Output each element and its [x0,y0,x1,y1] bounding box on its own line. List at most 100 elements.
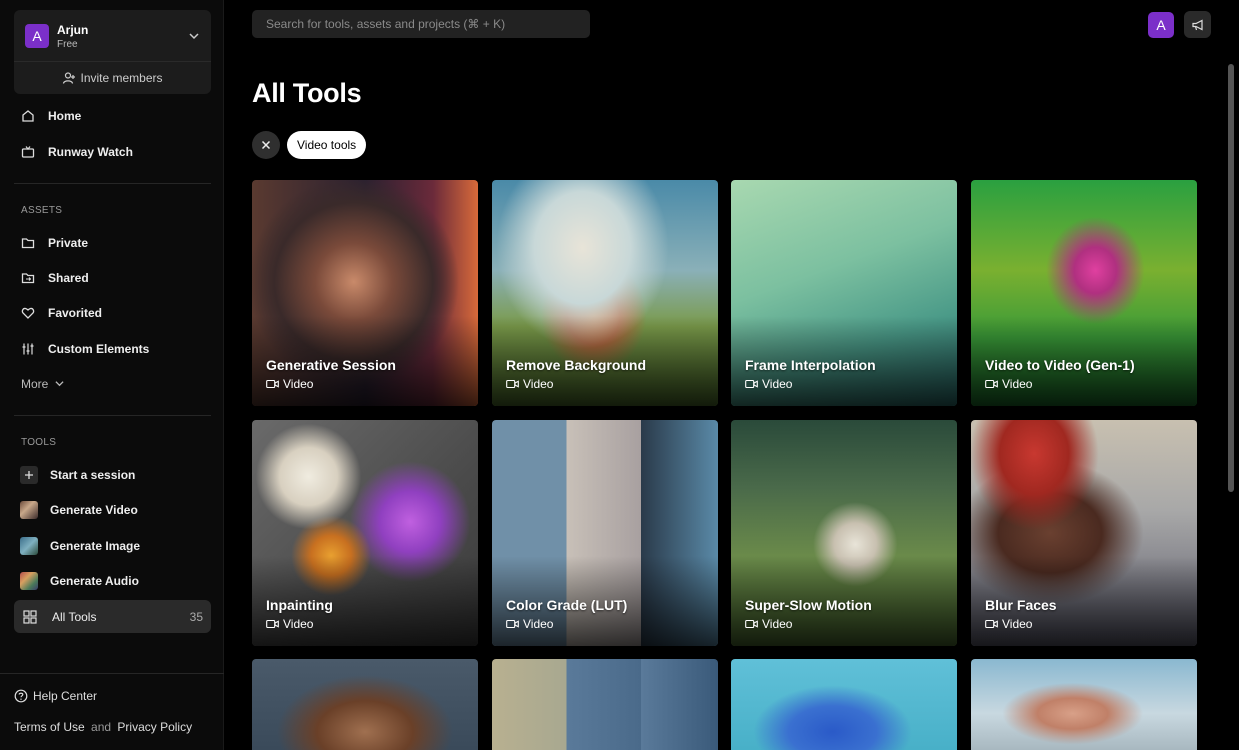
help-icon [14,689,28,703]
sidebar: A Arjun Free Invite members Home Runway … [0,0,224,750]
divider [0,673,224,674]
account-switcher[interactable]: A Arjun Free [14,10,211,62]
sidebar-item-label: Private [48,236,89,250]
card-tag-label: Video [283,377,314,391]
sidebar-item-generate-image[interactable]: Generate Image [14,530,211,562]
sidebar-item-generate-video[interactable]: Generate Video [14,494,211,526]
home-icon [20,108,36,124]
tool-card[interactable] [971,659,1197,750]
nav-home[interactable]: Home [14,100,211,132]
divider [14,183,211,184]
card-tag: Video [745,377,792,391]
video-icon [985,619,998,629]
nav-runway-watch[interactable]: Runway Watch [14,136,211,168]
more-button[interactable]: More [21,377,64,391]
tool-card[interactable] [492,659,718,750]
tools-section-label: TOOLS [21,437,57,448]
more-label: More [21,377,49,391]
card-title: Super-Slow Motion [745,597,872,613]
folder-icon [20,235,36,251]
card-tag: Video [745,617,792,631]
user-avatar[interactable]: A [1148,12,1174,38]
filter-chip-video-tools[interactable]: Video tools [287,131,367,159]
video-icon [985,379,998,389]
card-tag: Video [985,377,1032,391]
scrollbar[interactable] [1225,62,1239,750]
card-tag-label: Video [523,617,554,631]
card-tag-label: Video [762,377,793,391]
video-icon [266,619,279,629]
nav-watch-label: Runway Watch [48,145,133,159]
card-title: Video to Video (Gen-1) [985,357,1135,373]
scrollbar-thumb[interactable] [1228,64,1234,492]
generate-video-thumbnail [20,501,38,519]
card-tag-label: Video [1002,617,1033,631]
grid-icon [22,609,38,625]
card-tag-label: Video [1002,377,1033,391]
invite-members-button[interactable]: Invite members [14,62,211,94]
card-tag: Video [266,617,313,631]
video-icon [745,619,758,629]
all-tools-count: 35 [189,609,203,624]
tool-card-blur-faces[interactable]: Blur Faces Video [971,420,1197,646]
sidebar-item-generate-audio[interactable]: Generate Audio [14,565,211,597]
sidebar-item-start-session[interactable]: Start a session [14,459,211,491]
announcements-button[interactable] [1184,11,1211,38]
tool-card-super-slow-motion[interactable]: Super-Slow Motion Video [731,420,957,646]
account-avatar: A [25,24,49,48]
generate-image-thumbnail [20,537,38,555]
tool-card[interactable] [252,659,478,750]
sidebar-item-label: Start a session [50,468,136,482]
generate-audio-thumbnail [20,572,38,590]
help-center-link[interactable]: Help Center [14,689,97,703]
plus-icon [20,466,38,484]
privacy-policy-link[interactable]: Privacy Policy [117,720,192,734]
help-center-label: Help Center [33,689,98,703]
chevron-down-icon [55,381,64,387]
card-tag-label: Video [762,617,793,631]
chevron-down-icon [189,33,199,40]
card-tag-label: Video [523,377,554,391]
card-tag-label: Video [283,617,314,631]
add-user-icon [63,72,76,84]
sidebar-item-favorited[interactable]: Favorited [14,297,211,329]
tool-card-frame-interpolation[interactable]: Frame Interpolation Video [731,180,957,406]
clear-filter-button[interactable] [252,131,280,159]
video-icon [506,379,519,389]
divider [14,415,211,416]
sidebar-item-label: Shared [48,271,89,285]
card-tag: Video [266,377,313,391]
sidebar-item-label: Generate Image [50,539,141,553]
card-title: Color Grade (LUT) [506,597,628,613]
card-title: Generative Session [266,357,396,373]
account-plan: Free [57,39,78,50]
page-title: All Tools [252,78,362,108]
megaphone-icon [1191,19,1203,30]
sidebar-item-private[interactable]: Private [14,227,211,259]
video-icon [745,379,758,389]
shared-folder-icon [20,270,36,286]
sliders-icon [20,341,36,357]
tool-card-inpainting[interactable]: Inpainting Video [252,420,478,646]
tool-card-generative-session[interactable]: Generative Session Video [252,180,478,406]
invite-members-label: Invite members [80,71,163,85]
sidebar-item-all-tools[interactable]: All Tools 35 [14,600,211,633]
heart-icon [20,305,36,321]
close-icon [261,140,271,150]
card-title: Inpainting [266,597,333,613]
tool-card-video-to-video[interactable]: Video to Video (Gen-1) Video [971,180,1197,406]
terms-of-use-link[interactable]: Terms of Use [14,720,85,734]
sidebar-item-label: Custom Elements [48,342,150,356]
nav-home-label: Home [48,109,82,123]
sidebar-item-label: Generate Video [50,503,138,517]
card-tag: Video [985,617,1032,631]
search-input[interactable] [252,10,590,38]
sidebar-item-custom-elements[interactable]: Custom Elements [14,333,211,365]
account-name: Arjun [57,23,89,37]
tool-card[interactable] [731,659,957,750]
card-tag: Video [506,377,553,391]
tool-card-remove-background[interactable]: Remove Background Video [492,180,718,406]
tool-card-color-grade[interactable]: Color Grade (LUT) Video [492,420,718,646]
card-title: Blur Faces [985,597,1057,613]
sidebar-item-shared[interactable]: Shared [14,262,211,294]
